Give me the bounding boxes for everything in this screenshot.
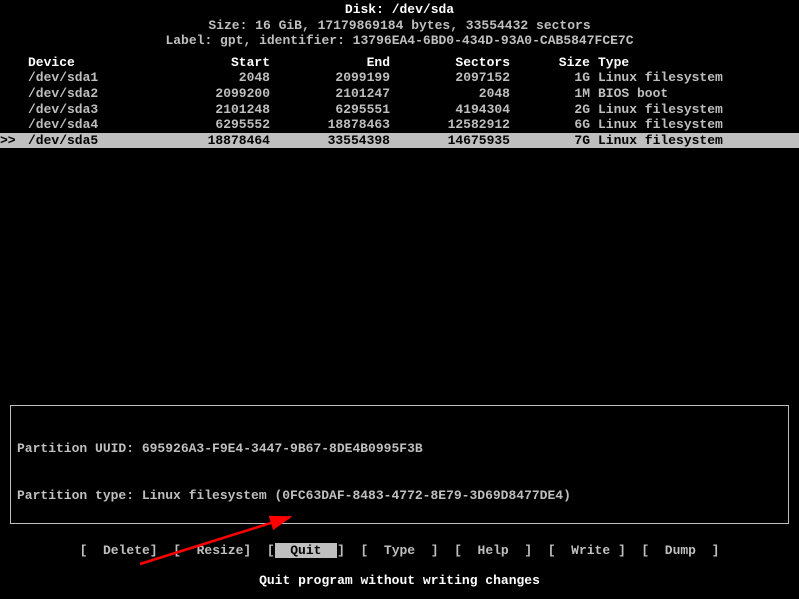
action-menu: [ Delete] [ Resize] [ Quit ] [ Type ] [ … <box>0 543 799 559</box>
disk-label: Label: gpt, identifier: 13796EA4-6BD0-43… <box>0 33 799 49</box>
cell-size: 2G <box>510 102 590 118</box>
cell-type: Linux filesystem <box>590 70 799 86</box>
cell-size: 6G <box>510 117 590 133</box>
col-type: Type <box>590 55 799 71</box>
table-header-row: Device Start End Sectors Size Type <box>0 55 799 71</box>
cell-end: 33554398 <box>270 133 390 149</box>
table-row[interactable]: /dev/sda12048209919920971521GLinux files… <box>0 70 799 86</box>
cell-start: 2099200 <box>160 86 270 102</box>
partition-type: Partition type: Linux filesystem (0FC63D… <box>17 488 782 504</box>
cell-device: /dev/sda4 <box>0 117 160 133</box>
menu-write[interactable]: [ Write ] <box>548 543 626 558</box>
col-size: Size <box>510 55 590 71</box>
cell-type: Linux filesystem <box>590 102 799 118</box>
cell-device: /dev/sda3 <box>0 102 160 118</box>
cell-type: Linux filesystem <box>590 117 799 133</box>
action-hint: Quit program without writing changes <box>0 573 799 589</box>
cell-size: 7G <box>510 133 590 149</box>
cell-sectors: 4194304 <box>390 102 510 118</box>
cell-end: 2099199 <box>270 70 390 86</box>
partition-info-box: Partition UUID: 695926A3-F9E4-3447-9B67-… <box>10 405 789 524</box>
col-device: Device <box>0 55 160 71</box>
table-row[interactable]: /dev/sda32101248629555141943042GLinux fi… <box>0 102 799 118</box>
cell-start: 2048 <box>160 70 270 86</box>
cell-size: 1M <box>510 86 590 102</box>
menu-type[interactable]: [ Type ] <box>361 543 439 558</box>
cell-device: /dev/sda1 <box>0 70 160 86</box>
cell-sectors: 2097152 <box>390 70 510 86</box>
menu-resize[interactable]: [ Resize] <box>173 543 251 558</box>
menu-dump[interactable]: [ Dump ] <box>641 543 719 558</box>
menu-help[interactable]: [ Help ] <box>454 543 532 558</box>
cell-device: /dev/sda2 <box>0 86 160 102</box>
cell-end: 2101247 <box>270 86 390 102</box>
disk-title: Disk: /dev/sda <box>0 2 799 18</box>
cell-device: /dev/sda5 <box>0 133 160 149</box>
cell-sectors: 2048 <box>390 86 510 102</box>
cell-end: 18878463 <box>270 117 390 133</box>
cell-start: 6295552 <box>160 117 270 133</box>
menu-delete[interactable]: [ Delete] <box>80 543 158 558</box>
col-start: Start <box>160 55 270 71</box>
table-row[interactable]: /dev/sda4629555218878463125829126GLinux … <box>0 117 799 133</box>
cell-start: 18878464 <box>160 133 270 149</box>
cell-sectors: 12582912 <box>390 117 510 133</box>
menu-quit[interactable]: [ Quit ] <box>267 543 345 558</box>
partition-table: Device Start End Sectors Size Type /dev/… <box>0 55 799 149</box>
cell-size: 1G <box>510 70 590 86</box>
table-row[interactable]: /dev/sda22099200210124720481MBIOS boot <box>0 86 799 102</box>
table-row[interactable]: /dev/sda51887846433554398146759357GLinux… <box>0 133 799 149</box>
partition-uuid: Partition UUID: 695926A3-F9E4-3447-9B67-… <box>17 441 782 457</box>
col-sectors: Sectors <box>390 55 510 71</box>
disk-size: Size: 16 GiB, 17179869184 bytes, 3355443… <box>0 18 799 34</box>
cell-start: 2101248 <box>160 102 270 118</box>
cell-type: BIOS boot <box>590 86 799 102</box>
col-end: End <box>270 55 390 71</box>
cell-type: Linux filesystem <box>590 133 799 149</box>
cell-sectors: 14675935 <box>390 133 510 149</box>
cell-end: 6295551 <box>270 102 390 118</box>
